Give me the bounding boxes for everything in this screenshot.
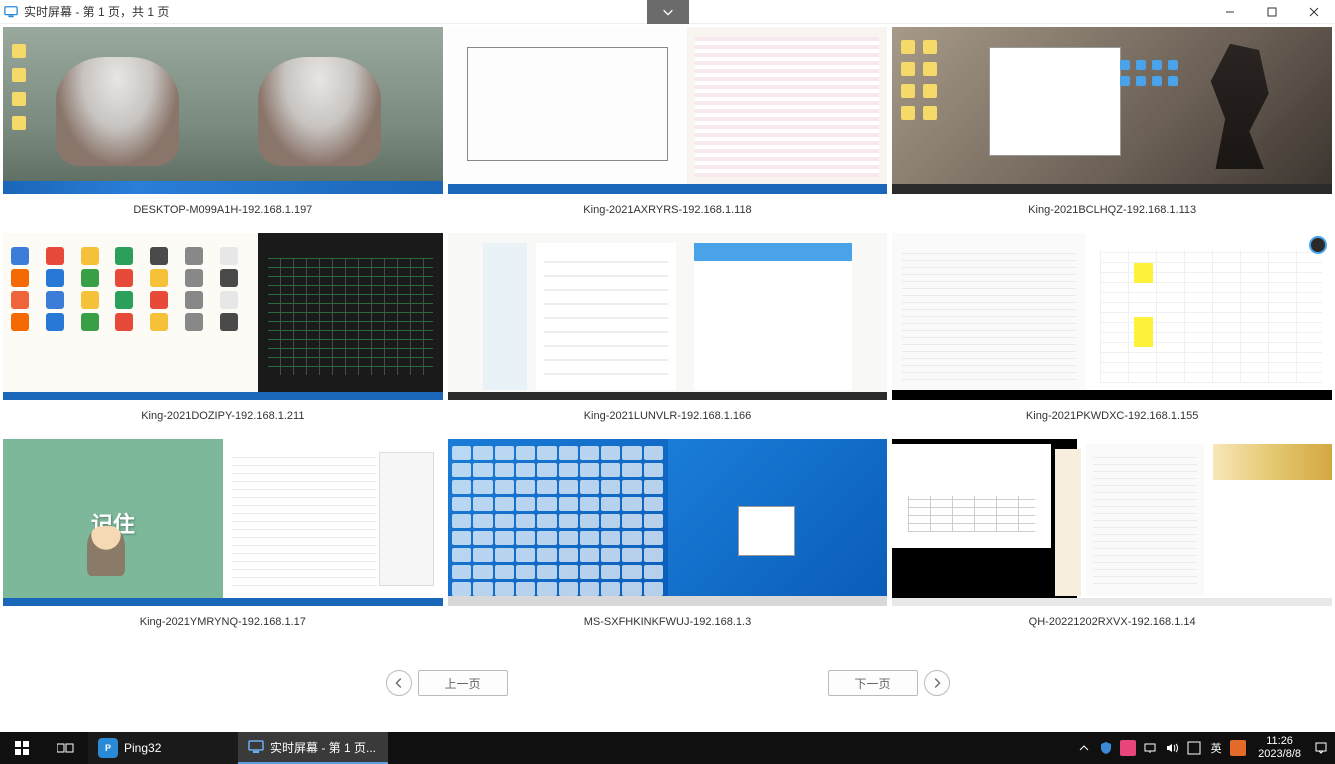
arrow-left-icon: [392, 676, 406, 690]
screen-cell-4: King-2021LUNVLR-192.168.1.166: [448, 233, 888, 434]
screen-cell-7: MS-SXFHKINKFWUJ-192.168.1.3: [448, 439, 888, 640]
prev-arrow-button[interactable]: [386, 670, 412, 696]
screen-cell-3: King-2021DOZIPY-192.168.1.211: [3, 233, 443, 434]
start-button[interactable]: [0, 732, 44, 764]
tray-ime-indicator[interactable]: [1184, 732, 1204, 764]
screen-thumbnail[interactable]: [892, 27, 1332, 194]
screen-cell-8: QH-20221202RXVX-192.168.1.14: [892, 439, 1332, 640]
ping32-icon: P: [98, 738, 118, 758]
close-button[interactable]: [1293, 0, 1335, 24]
screen-thumbnail[interactable]: [3, 27, 443, 194]
shield-icon: [1099, 741, 1113, 755]
tray-ime-lang[interactable]: 英: [1206, 732, 1226, 764]
network-icon: [1143, 741, 1157, 755]
chevron-up-icon: [1079, 743, 1089, 753]
next-arrow-button[interactable]: [924, 670, 950, 696]
screen-caption: DESKTOP-M099A1H-192.168.1.197: [3, 194, 443, 228]
screen-caption: King-2021DOZIPY-192.168.1.211: [3, 400, 443, 434]
tray-notifications[interactable]: [1311, 732, 1331, 764]
minimize-button[interactable]: [1209, 0, 1251, 24]
tray-app-3[interactable]: [1228, 732, 1248, 764]
windows-taskbar: P Ping32 实时屏幕 - 第 1 页... 英 11:26 2023/8/…: [0, 732, 1335, 764]
screen-caption: King-2021LUNVLR-192.168.1.166: [448, 400, 888, 434]
screen-caption: MS-SXFHKINKFWUJ-192.168.1.3: [448, 606, 888, 640]
screen-cell-5: King-2021PKWDXC-192.168.1.155: [892, 233, 1332, 434]
window-controls: [1209, 0, 1335, 24]
pager: 上一页 下一页: [0, 670, 1335, 696]
sogou-icon: [1230, 740, 1246, 756]
arrow-right-icon: [930, 676, 944, 690]
windows-icon: [14, 740, 30, 756]
app-icon: [4, 5, 18, 19]
chevron-down-icon: [661, 5, 675, 19]
screen-thumbnail[interactable]: [892, 439, 1332, 606]
content-area: DESKTOP-M099A1H-192.168.1.197King-2021AX…: [0, 24, 1335, 732]
ime-label: 英: [1211, 740, 1222, 756]
screen-caption: King-2021AXRYRS-192.168.1.118: [448, 194, 888, 228]
screen-thumbnail[interactable]: [892, 233, 1332, 400]
tray-network[interactable]: [1140, 732, 1160, 764]
screen-cell-0: DESKTOP-M099A1H-192.168.1.197: [3, 27, 443, 228]
monitor-icon: [248, 739, 264, 755]
task-view-icon: [57, 741, 75, 755]
next-label: 下一页: [854, 675, 890, 692]
taskbar-app-label: Ping32: [124, 741, 161, 755]
maximize-button[interactable]: [1251, 0, 1293, 24]
window-title: 实时屏幕 - 第 1 页，共 1 页: [24, 3, 169, 20]
screen-cell-1: King-2021AXRYRS-192.168.1.118: [448, 27, 888, 228]
screen-cell-2: King-2021BCLHQZ-192.168.1.113: [892, 27, 1332, 228]
screen-thumbnail[interactable]: [448, 439, 888, 606]
notification-icon: [1314, 741, 1328, 755]
titlebar: 实时屏幕 - 第 1 页，共 1 页: [0, 0, 1335, 24]
ime-frame-icon: [1187, 741, 1201, 755]
screen-caption: King-2021PKWDXC-192.168.1.155: [892, 400, 1332, 434]
screen-thumbnail[interactable]: [448, 233, 888, 400]
screen-thumbnail[interactable]: [3, 233, 443, 400]
prev-label: 上一页: [444, 675, 480, 692]
taskbar-app-label: 实时屏幕 - 第 1 页...: [270, 739, 376, 756]
taskbar-clock[interactable]: 11:26 2023/8/8: [1250, 735, 1309, 761]
tray-app-1[interactable]: [1096, 732, 1116, 764]
screens-grid: DESKTOP-M099A1H-192.168.1.197King-2021AX…: [0, 24, 1335, 640]
taskbar-app-ping32[interactable]: P Ping32: [88, 732, 238, 764]
screen-caption: King-2021BCLHQZ-192.168.1.113: [892, 194, 1332, 228]
task-view-button[interactable]: [44, 732, 88, 764]
taskbar-app-realtime-screen[interactable]: 实时屏幕 - 第 1 页...: [238, 732, 388, 764]
tray-pink-icon: [1120, 740, 1136, 756]
screen-thumbnail[interactable]: 记住: [3, 439, 443, 606]
prev-page-button[interactable]: 上一页: [418, 670, 508, 696]
tray-show-hidden[interactable]: [1074, 732, 1094, 764]
clock-time: 11:26: [1258, 735, 1301, 748]
tray-app-2[interactable]: [1118, 732, 1138, 764]
toolbar-dropdown[interactable]: [647, 0, 689, 24]
screen-caption: King-2021YMRYNQ-192.168.1.17: [3, 606, 443, 640]
clock-date: 2023/8/8: [1258, 748, 1301, 761]
screen-cell-6: 记住King-2021YMRYNQ-192.168.1.17: [3, 439, 443, 640]
volume-icon: [1165, 741, 1179, 755]
screen-caption: QH-20221202RXVX-192.168.1.14: [892, 606, 1332, 640]
screen-thumbnail[interactable]: [448, 27, 888, 194]
next-page-button[interactable]: 下一页: [828, 670, 918, 696]
tray-volume[interactable]: [1162, 732, 1182, 764]
